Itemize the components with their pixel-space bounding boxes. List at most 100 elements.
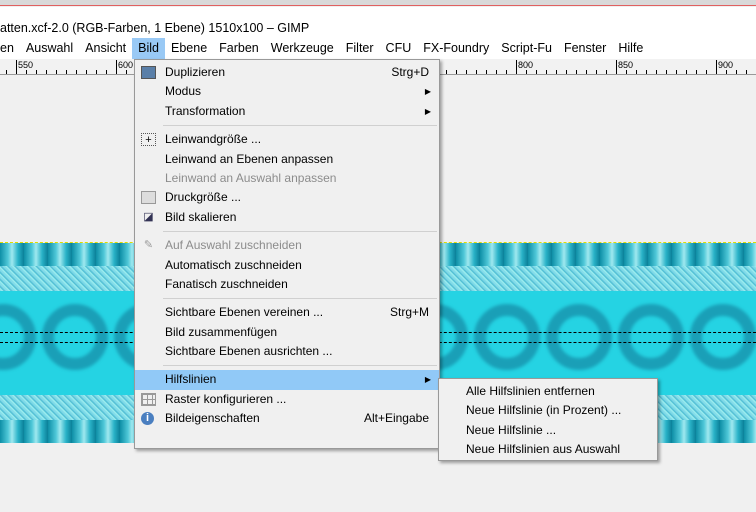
label: Leinwandgröße ...: [165, 132, 262, 147]
ruler-tick: [506, 70, 507, 74]
menu-ansicht[interactable]: Ansicht: [79, 38, 132, 59]
submenu-arrow-icon: ▶: [424, 106, 431, 116]
menu-bild[interactable]: Bild: [132, 37, 165, 59]
shortcut: Strg+M: [389, 305, 429, 320]
menu-filter[interactable]: Filter: [340, 38, 380, 59]
menu-item-leinwand-an-ebenen[interactable]: Leinwand an Ebenen anpassen: [135, 150, 439, 169]
label: Druckgröße ...: [165, 190, 242, 205]
ruler-tick: [486, 70, 487, 74]
menu-fx-foundry[interactable]: FX-Foundry: [417, 38, 495, 59]
ring-shape: [42, 304, 108, 370]
bild-menu: Duplizieren Strg+D Modus ▶ Transformation ▶…: [134, 59, 440, 449]
menu-item-leinwandgroesse[interactable]: + Leinwandgröße ...: [135, 130, 439, 149]
ruler-tick: [606, 70, 607, 74]
label: Bildeigenschaften: [165, 411, 260, 426]
menu-item-leinwand-an-auswahl: Leinwand an Auswahl anpassen: [135, 169, 439, 188]
ruler-tick: [646, 70, 647, 74]
ruler-tick: [736, 70, 737, 74]
menu-item-bild-skalieren[interactable]: ◪ Bild skalieren: [135, 208, 439, 227]
menu-item-ebenen-vereinen[interactable]: Sichtbare Ebenen vereinen ... Strg+M: [135, 303, 439, 322]
ruler-tick: [46, 70, 47, 74]
menu-fenster[interactable]: Fenster: [558, 38, 612, 59]
shortcut: Strg+D: [391, 65, 429, 79]
ruler-tick: [556, 70, 557, 74]
ruler-tick: [626, 70, 627, 74]
menu-item-fanatisch-zuschneiden[interactable]: Fanatisch zuschneiden: [135, 275, 439, 294]
label: Modus: [165, 84, 202, 99]
ruler-tick: [76, 70, 77, 74]
separator: [163, 125, 437, 127]
ruler-tick: [586, 70, 587, 74]
menu-item-neue-hilfslinie-prozent[interactable]: Neue Hilfslinie (in Prozent) ...: [439, 401, 657, 420]
menu-hilfe[interactable]: Hilfe: [612, 38, 649, 59]
ruler-label: 600: [116, 60, 134, 72]
menu-item-raster-konfigurieren[interactable]: Raster konfigurieren ...: [135, 390, 439, 409]
label: Raster konfigurieren ...: [165, 391, 287, 406]
menu-item-transformation[interactable]: Transformation ▶: [135, 102, 439, 121]
submenu-arrow-icon: ▶: [424, 87, 431, 97]
menu-item-druckgroesse[interactable]: Druckgröße ...: [135, 188, 439, 207]
ruler-tick: [126, 70, 127, 74]
label: Sichtbare Ebenen vereinen ...: [165, 305, 324, 320]
menu-item-auf-auswahl-zuschneiden: ✎ Auf Auswahl zuschneiden: [135, 236, 439, 255]
menu-item-ebenen-ausrichten[interactable]: Sichtbare Ebenen ausrichten ...: [135, 342, 439, 361]
print-size-icon: [141, 191, 156, 205]
menu-ebene[interactable]: Ebene: [165, 38, 213, 59]
ruler-tick: [676, 70, 677, 74]
menu-item-duplizieren[interactable]: Duplizieren Strg+D: [135, 63, 439, 82]
ruler-tick: [96, 70, 97, 74]
ruler-tick: [686, 70, 687, 74]
label: Hilfslinien: [165, 372, 217, 387]
ruler-tick: [726, 70, 727, 74]
menu-farben[interactable]: Farben: [213, 38, 265, 59]
window-top-edge: [0, 0, 756, 6]
duplicate-icon: [141, 66, 156, 79]
menu-auswahl[interactable]: Auswahl: [20, 38, 79, 59]
separator: [163, 365, 437, 367]
hilfslinien-submenu: Alle Hilfslinien entfernen Neue Hilfslin…: [438, 378, 658, 461]
ruler-tick: [86, 70, 87, 74]
label: Automatisch zuschneiden: [165, 257, 302, 272]
menu-script-fu[interactable]: Script-Fu: [495, 38, 558, 59]
ruler-tick: [526, 70, 527, 74]
label: Auf Auswahl zuschneiden: [165, 238, 302, 253]
menu-item-bildeigenschaften[interactable]: i Bildeigenschaften Alt+Eingabe: [135, 409, 439, 428]
ruler-tick: [746, 70, 747, 74]
canvas-size-icon: +: [141, 133, 156, 147]
ruler-tick: [16, 70, 17, 74]
crop-icon: ✎: [143, 239, 154, 252]
title-bar: atten.xcf-2.0 (RGB-Farben, 1 Ebene) 1510…: [0, 7, 756, 37]
scale-image-icon: ◪: [143, 210, 154, 223]
label: Sichtbare Ebenen ausrichten ...: [165, 344, 333, 359]
ruler-tick: [636, 70, 637, 74]
label: Leinwand an Auswahl anpassen: [165, 170, 337, 185]
menu-item-modus[interactable]: Modus ▶: [135, 82, 439, 101]
ruler-tick: [476, 70, 477, 74]
ring-shape: [618, 304, 684, 370]
menu-item-hilfslinien-aus-auswahl[interactable]: Neue Hilfslinien aus Auswahl: [439, 440, 657, 459]
ruler-label: 900: [716, 60, 734, 72]
menu-item-bild-zusammenfuegen[interactable]: Bild zusammenfügen: [135, 323, 439, 342]
menu-item-hilfslinien[interactable]: Hilfslinien ▶: [135, 370, 439, 390]
ring-shape: [474, 304, 540, 370]
ruler-tick: [6, 70, 7, 74]
window-title: atten.xcf-2.0 (RGB-Farben, 1 Ebene) 1510…: [0, 21, 310, 35]
ruler-label: 850: [616, 60, 634, 72]
ruler-tick: [456, 70, 457, 74]
shortcut: Alt+Eingabe: [363, 411, 429, 426]
ruler-tick: [596, 70, 597, 74]
ruler-tick: [546, 70, 547, 74]
submenu-arrow-icon: ▶: [424, 375, 431, 385]
separator: [163, 231, 437, 233]
ruler-tick: [116, 70, 117, 74]
menu-cfu[interactable]: CFU: [380, 38, 418, 59]
grid-icon: [141, 392, 156, 406]
ruler-tick: [66, 70, 67, 74]
menu-item-automatisch-zuschneiden[interactable]: Automatisch zuschneiden: [135, 256, 439, 275]
ruler-tick: [706, 70, 707, 74]
menu-item-alle-hilfslinien-entfernen[interactable]: Alle Hilfslinien entfernen: [439, 382, 657, 401]
menu-datei[interactable]: en: [0, 38, 20, 59]
ring-shape: [546, 304, 612, 370]
menu-werkzeuge[interactable]: Werkzeuge: [265, 38, 340, 59]
menu-item-neue-hilfslinie[interactable]: Neue Hilfslinie ...: [439, 421, 657, 440]
